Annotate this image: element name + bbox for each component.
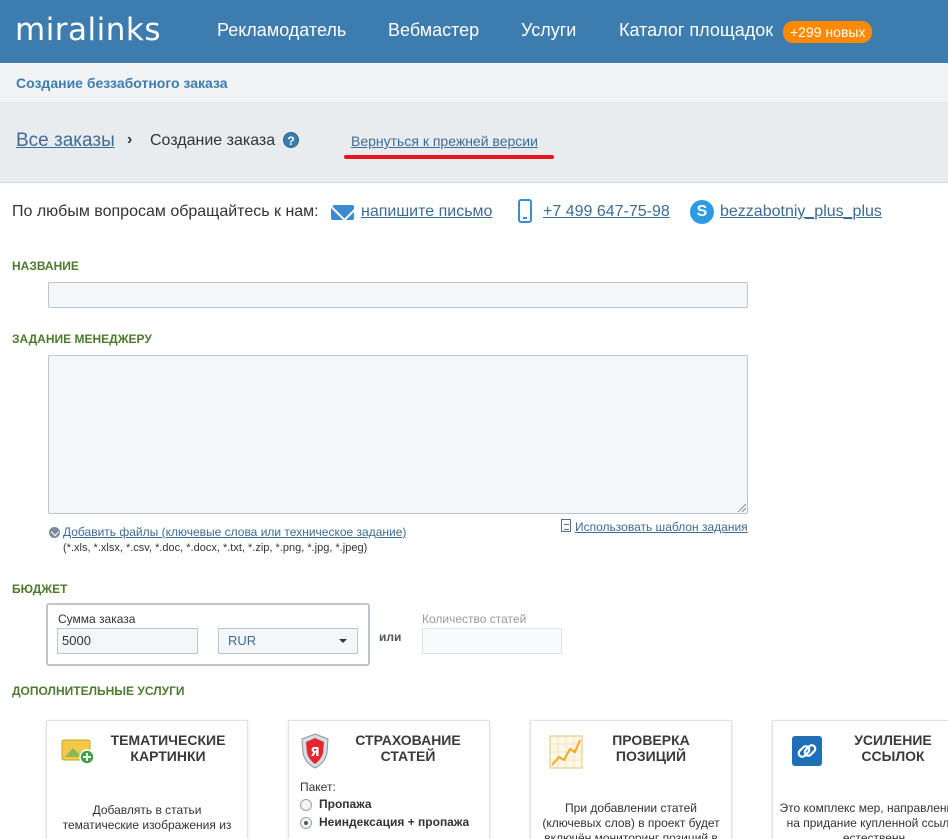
shield-yandex-icon: Я — [301, 733, 329, 769]
subheader: Создание беззаботного заказа — [0, 63, 948, 103]
radio-noindex-loss[interactable] — [300, 817, 312, 829]
skype-icon: S — [690, 200, 714, 224]
document-icon — [561, 519, 571, 532]
sum-input[interactable]: 5000 — [57, 628, 198, 654]
logo[interactable]: miralinks — [15, 12, 161, 48]
card-title: СТРАХОВАНИЕ СТАТЕЙ — [355, 732, 461, 764]
nav-webmaster[interactable]: Вебмастер — [388, 20, 479, 41]
article-count-label: Количество статей — [422, 612, 527, 626]
link-icon — [792, 736, 822, 766]
task-label: ЗАДАНИЕ МЕНЕДЖЕРУ — [12, 332, 152, 346]
use-template-link[interactable]: Использовать шаблон задания — [575, 520, 748, 534]
page-title: Создание беззаботного заказа — [16, 75, 228, 91]
chart-icon — [549, 735, 583, 769]
sum-label: Сумма заказа — [58, 612, 136, 626]
currency-select[interactable]: RUR — [218, 628, 358, 654]
card-description: Это комплекс мер, направленный на придан… — [779, 801, 948, 839]
chevron-down-icon — [339, 639, 347, 643]
service-card-insurance[interactable]: Я СТРАХОВАНИЕ СТАТЕЙ Пакет: Пропажа Неин… — [288, 720, 490, 839]
task-textarea[interactable] — [48, 355, 748, 514]
card-title: ТЕМАТИЧЕСКИЕ КАРТИНКИ — [110, 732, 226, 764]
breadcrumb-all-orders-link[interactable]: Все заказы — [16, 130, 115, 152]
breadcrumb: Все заказы › Создание заказа ? Вернуться… — [0, 103, 948, 183]
option-loss-label[interactable]: Пропажа — [319, 797, 372, 811]
svg-text:Я: Я — [310, 745, 319, 759]
breadcrumb-current: Создание заказа — [150, 132, 276, 149]
red-underline-annotation — [344, 155, 554, 159]
top-navbar: miralinks Рекламодатель Вебмастер Услуги… — [0, 0, 948, 63]
image-plus-icon — [61, 739, 95, 765]
phone-icon — [518, 199, 532, 223]
resize-grip-icon[interactable] — [736, 502, 746, 512]
service-card-images[interactable]: ТЕМАТИЧЕСКИЕ КАРТИНКИ Добавлять в статьи… — [46, 720, 248, 839]
radio-loss[interactable] — [300, 799, 312, 811]
nav-catalog[interactable]: Каталог площадок — [619, 20, 773, 41]
extra-services-label: ДОПОЛНИТЕЛЬНЫЕ УСЛУГИ — [12, 684, 185, 698]
article-count-input[interactable] — [422, 628, 562, 654]
contact-prompt: По любым вопросам обращайтесь к нам: — [12, 203, 319, 220]
budget-label: БЮДЖЕТ — [12, 582, 68, 596]
service-card-positions[interactable]: ПРОВЕРКА ПОЗИЦИЙ При добавлении статей (… — [530, 720, 732, 839]
option-noindex-loss-label[interactable]: Неиндексация + пропажа — [319, 815, 469, 829]
service-card-link-boost[interactable]: УСИЛЕНИЕ ССЫЛОК Это комплекс мер, направ… — [772, 720, 948, 839]
card-description: Добавлять в статьи тематические изображе… — [62, 803, 232, 832]
add-files-link[interactable]: Добавить файлы (ключевые слова или техни… — [63, 525, 406, 539]
phone-link[interactable]: +7 499 647-75-98 — [543, 203, 670, 221]
nav-services[interactable]: Услуги — [521, 20, 576, 41]
back-to-old-version-link[interactable]: Вернуться к прежней версии — [351, 133, 538, 149]
new-sites-badge[interactable]: +299 новых — [783, 21, 873, 43]
file-types-hint: (*.xls, *.xlsx, *.csv, *.doc, *.docx, *.… — [63, 542, 368, 554]
help-icon[interactable]: ? — [283, 132, 299, 148]
card-title: УСИЛЕНИЕ ССЫЛОК — [854, 732, 932, 764]
breadcrumb-separator-icon: › — [127, 131, 133, 148]
skype-link[interactable]: bezzabotniy_plus_plus — [720, 203, 882, 221]
name-input[interactable] — [48, 282, 748, 308]
or-label: или — [379, 630, 402, 644]
card-title: ПРОВЕРКА ПОЗИЦИЙ — [612, 732, 690, 764]
email-link[interactable]: напишите письмо — [361, 203, 492, 221]
card-description: При добавлении статей (ключевых слов) в … — [542, 801, 720, 839]
package-label: Пакет: — [300, 780, 336, 794]
currency-value: RUR — [228, 633, 257, 648]
nav-advertiser[interactable]: Рекламодатель — [217, 20, 346, 41]
name-label: НАЗВАНИЕ — [12, 259, 79, 273]
mail-icon — [331, 205, 354, 220]
upload-icon — [49, 527, 60, 538]
